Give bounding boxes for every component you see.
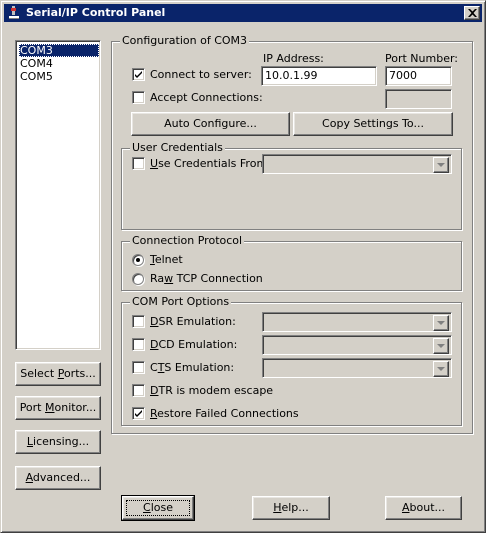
control-panel-window: Serial/IP Control Panel COM3 COM4 COM5 S… xyxy=(0,0,486,533)
title-bar[interactable]: Serial/IP Control Panel xyxy=(4,4,482,22)
dtr-modem-escape-label: DTR is modem escape xyxy=(150,384,274,397)
raw-tcp-radio[interactable] xyxy=(132,273,144,285)
dsr-emulation-checkbox[interactable] xyxy=(132,315,145,328)
port-list-item[interactable]: COM5 xyxy=(19,70,99,83)
dsr-emulation-label: DSR Emulation: xyxy=(150,315,236,328)
ip-address-field[interactable]: 10.0.1.99 xyxy=(261,66,377,86)
credentials-combo[interactable] xyxy=(262,154,452,174)
dropdown-arrow[interactable] xyxy=(433,315,449,331)
accept-connections-checkbox[interactable] xyxy=(132,91,145,104)
port-monitor-button[interactable]: Port Monitor... xyxy=(15,396,101,420)
cts-emulation-label: CTS Emulation: xyxy=(150,361,235,374)
connection-protocol-group-title: Connection Protocol xyxy=(130,234,245,248)
telnet-radio[interactable] xyxy=(132,254,144,266)
port-list-item[interactable]: COM3 xyxy=(19,44,99,57)
restore-failed-label: Restore Failed Connections xyxy=(150,407,299,420)
help-button[interactable]: Help... xyxy=(252,496,330,520)
dtr-modem-escape-checkbox[interactable] xyxy=(132,384,145,397)
chevron-down-icon xyxy=(437,344,445,348)
cts-emulation-checkbox[interactable] xyxy=(132,361,145,374)
ip-address-label: IP Address: xyxy=(263,52,324,65)
select-ports-button[interactable]: Select Ports... xyxy=(15,362,101,386)
raw-tcp-label: Raw TCP Connection xyxy=(150,272,263,285)
dsr-emulation-combo[interactable] xyxy=(262,312,452,332)
restore-failed-checkbox[interactable] xyxy=(132,407,145,420)
licensing-button[interactable]: Licensing... xyxy=(15,430,101,454)
chevron-down-icon xyxy=(437,321,445,325)
serial-ip-app-icon xyxy=(6,5,22,21)
chevron-down-icon xyxy=(437,163,445,167)
auto-configure-button[interactable]: Auto Configure... xyxy=(131,112,290,136)
com-port-options-group-title: COM Port Options xyxy=(130,295,232,309)
about-button[interactable]: About... xyxy=(385,496,462,520)
checkmark-icon xyxy=(135,410,142,417)
com-port-list[interactable]: COM3 COM4 COM5 xyxy=(15,40,101,350)
close-button[interactable]: Close xyxy=(121,495,195,521)
telnet-label: Telnet xyxy=(150,253,183,266)
cts-emulation-combo[interactable] xyxy=(262,358,452,378)
dcd-emulation-combo[interactable] xyxy=(262,335,452,355)
close-window-button[interactable] xyxy=(464,6,480,20)
advanced-button[interactable]: Advanced... xyxy=(15,466,101,490)
accept-port-number-field[interactable] xyxy=(385,89,452,109)
accept-connections-label: Accept Connections: xyxy=(150,91,263,104)
connect-to-server-label: Connect to server: xyxy=(150,68,252,81)
dropdown-arrow[interactable] xyxy=(433,338,449,354)
use-credentials-label: Use Credentials From: xyxy=(150,157,271,170)
chevron-down-icon xyxy=(437,367,445,371)
checkmark-icon xyxy=(135,71,142,78)
close-icon xyxy=(468,9,477,17)
connect-to-server-checkbox[interactable] xyxy=(132,68,145,81)
port-number-label: Port Number: xyxy=(385,52,459,65)
dcd-emulation-label: DCD Emulation: xyxy=(150,338,238,351)
copy-settings-button[interactable]: Copy Settings To... xyxy=(293,112,453,136)
use-credentials-checkbox[interactable] xyxy=(132,157,145,170)
port-number-field[interactable]: 7000 xyxy=(385,66,452,86)
port-list-item[interactable]: COM4 xyxy=(19,57,99,70)
dropdown-arrow[interactable] xyxy=(433,361,449,377)
configuration-group-title: Configuration of COM3 xyxy=(120,34,250,48)
dcd-emulation-checkbox[interactable] xyxy=(132,338,145,351)
dropdown-arrow[interactable] xyxy=(433,157,449,173)
window-title: Serial/IP Control Panel xyxy=(26,6,166,19)
user-credentials-group-title: User Credentials xyxy=(130,141,225,155)
